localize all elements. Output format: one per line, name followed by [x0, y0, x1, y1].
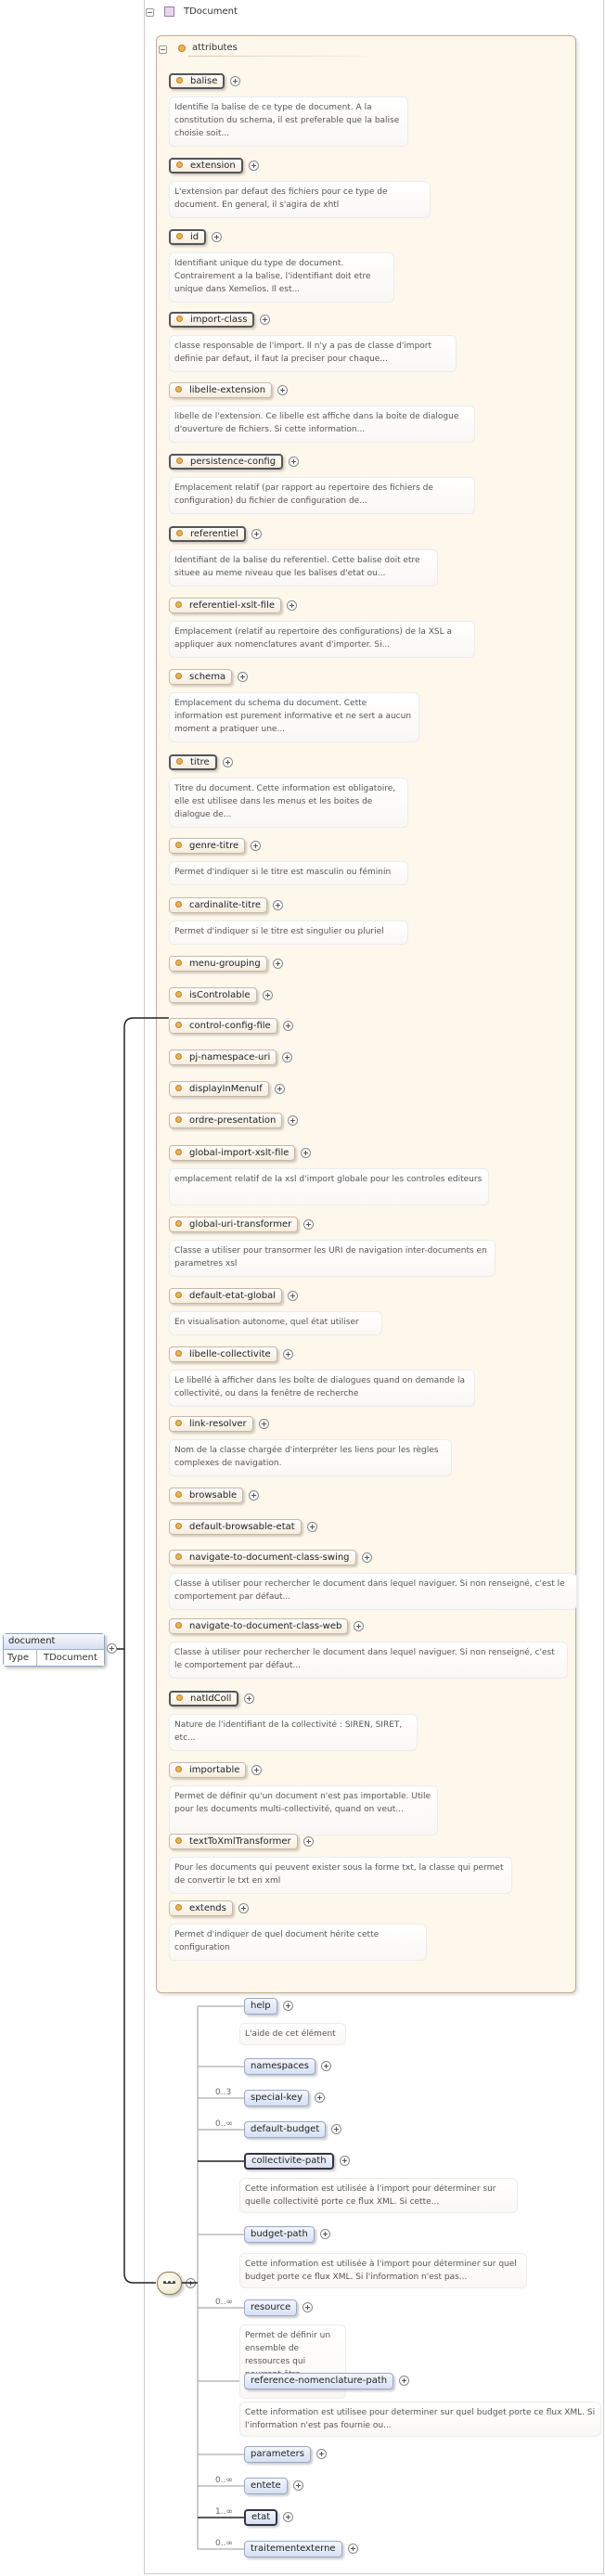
element-expand-button[interactable] — [316, 2449, 328, 2459]
element-description: Cette information est utilisee pour dete… — [239, 2402, 601, 2437]
element-parameters[interactable]: parameters — [244, 2446, 312, 2463]
element-traitementexterne[interactable]: traitementexterne — [244, 2541, 342, 2557]
element-resource[interactable]: resource — [244, 2299, 298, 2316]
element-expand-button[interactable] — [347, 2544, 358, 2554]
element-expand-button[interactable] — [282, 2001, 293, 2011]
element-occurrence: 0..∞ — [215, 2119, 233, 2129]
element-expand-button[interactable] — [339, 2156, 350, 2166]
element-etat[interactable]: etat — [244, 2509, 278, 2526]
element-entete[interactable]: entete — [244, 2478, 288, 2494]
element-occurrence: 0..3 — [215, 2088, 232, 2097]
element-description: Cette information est utilisée à l'impor… — [239, 2253, 527, 2288]
element-occurrence: 0..∞ — [215, 2298, 233, 2307]
element-help[interactable]: help — [244, 1998, 277, 2015]
element-occurrence: 1..∞ — [215, 2507, 233, 2517]
element-expand-button[interactable] — [315, 2093, 326, 2103]
element-default-budget[interactable]: default-budget — [244, 2121, 327, 2138]
element-namespaces[interactable]: namespaces — [244, 2058, 315, 2075]
element-expand-button[interactable] — [320, 2061, 331, 2071]
element-expand-button[interactable] — [292, 2480, 303, 2491]
element-expand-button[interactable] — [319, 2229, 330, 2239]
element-reference-nomenclature-path[interactable]: reference-nomenclature-path — [244, 2373, 394, 2389]
element-occurrence: 0..∞ — [215, 2539, 233, 2548]
element-description: Cette information est utilisée à l'impor… — [239, 2178, 518, 2213]
element-collectivite-path[interactable]: collectivite-path — [244, 2153, 334, 2170]
element-occurrence: 0..∞ — [215, 2476, 233, 2485]
element-description: L'aide de cet élément — [239, 2023, 346, 2045]
element-special-key[interactable]: special-key — [244, 2090, 310, 2106]
element-budget-path[interactable]: budget-path — [244, 2226, 315, 2243]
